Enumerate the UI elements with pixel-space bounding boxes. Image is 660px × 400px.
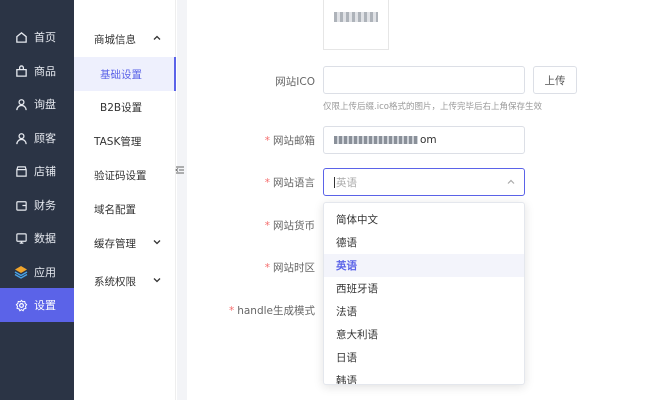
language-option[interactable]: 韩语 xyxy=(324,369,524,384)
submenu-item-b2b-settings[interactable]: B2B设置 xyxy=(74,90,176,124)
store-icon xyxy=(14,164,28,178)
submenu-group-cache[interactable]: 缓存管理 xyxy=(74,226,176,260)
email-label: * 网站邮箱 xyxy=(264,135,315,147)
monitor-icon xyxy=(14,231,28,245)
settings-form: 网站ICO 上传 仅限上传后缀.ico格式的图片，上传完毕后右上角保存生效 * 网… xyxy=(187,0,660,400)
submenu-item-task[interactable]: TASK管理 xyxy=(74,124,176,158)
bag-icon xyxy=(14,64,28,78)
language-option-selected[interactable]: 英语 xyxy=(324,254,524,277)
nav-item-apps[interactable]: 应用 xyxy=(0,255,74,289)
wallet-icon xyxy=(14,198,28,212)
chevron-down-icon xyxy=(152,237,162,250)
email-value-suffix: om xyxy=(420,134,437,146)
currency-label: * 网站货币 xyxy=(264,220,315,232)
language-option[interactable]: 意大利语 xyxy=(324,323,524,346)
language-option[interactable]: 西班牙语 xyxy=(324,277,524,300)
user-icon xyxy=(14,97,28,111)
chevron-up-icon xyxy=(506,177,516,190)
language-option[interactable]: 法语 xyxy=(324,300,524,323)
submenu-item-domain[interactable]: 域名配置 xyxy=(74,192,176,226)
nav-item-store[interactable]: 店铺 xyxy=(0,154,74,188)
nav-label: 设置 xyxy=(34,299,56,312)
nav-label: 数据 xyxy=(34,232,56,245)
chevron-up-icon xyxy=(152,33,162,46)
main-nav: 首页 商品 询盘 顾客 店铺 财务 数据 应用 设置 xyxy=(0,0,74,400)
nav-label: 询盘 xyxy=(34,98,56,111)
layers-icon xyxy=(14,265,28,279)
language-select[interactable]: 英语 xyxy=(323,168,525,196)
text-cursor xyxy=(334,176,335,188)
language-option[interactable]: 日语 xyxy=(324,346,524,369)
submenu-group-permissions[interactable]: 系统权限 xyxy=(74,264,176,298)
settings-submenu: 商城信息 基础设置 B2B设置 TASK管理 验证码设置 域名配置 缓存管理 系… xyxy=(74,0,176,400)
ico-hint: 仅限上传后缀.ico格式的图片，上传完毕后右上角保存生效 xyxy=(323,102,542,112)
nav-label: 店铺 xyxy=(34,165,56,178)
language-dropdown: 简体中文 德语 英语 西班牙语 法语 意大利语 日语 韩语 xyxy=(323,202,525,385)
nav-item-finance[interactable]: 财务 xyxy=(0,188,74,222)
handle-mode-label: * handle生成模式 xyxy=(228,305,315,317)
language-option[interactable]: 德语 xyxy=(324,231,524,254)
nav-item-customers[interactable]: 顾客 xyxy=(0,121,74,155)
language-label: * 网站语言 xyxy=(264,177,315,189)
submenu-item-captcha[interactable]: 验证码设置 xyxy=(74,158,176,192)
upload-button[interactable]: 上传 xyxy=(533,66,577,94)
nav-item-settings[interactable]: 设置 xyxy=(0,288,74,322)
blurred-email-text xyxy=(334,136,418,144)
nav-label: 财务 xyxy=(34,199,56,212)
home-icon xyxy=(14,30,28,44)
logo-preview xyxy=(323,0,389,50)
gear-icon xyxy=(14,298,28,312)
email-input[interactable]: om xyxy=(323,126,525,154)
nav-label: 顾客 xyxy=(34,132,56,145)
nav-item-inquiry[interactable]: 询盘 xyxy=(0,87,74,121)
nav-label: 首页 xyxy=(34,31,56,44)
language-select-value: 英语 xyxy=(336,176,357,189)
collapse-menu-icon[interactable] xyxy=(174,163,186,177)
submenu-group-mall-info[interactable]: 商城信息 xyxy=(74,22,176,56)
ico-input[interactable] xyxy=(323,66,525,94)
nav-item-data[interactable]: 数据 xyxy=(0,221,74,255)
timezone-label: * 网站时区 xyxy=(264,262,315,274)
ico-label: 网站ICO xyxy=(275,76,315,88)
submenu-item-basic-settings[interactable]: 基础设置 xyxy=(74,57,176,91)
chevron-down-icon xyxy=(152,275,162,288)
language-option[interactable]: 简体中文 xyxy=(324,208,524,231)
nav-item-products[interactable]: 商品 xyxy=(0,54,74,88)
blurred-logo-image xyxy=(334,12,378,22)
person-icon xyxy=(14,131,28,145)
nav-item-home[interactable]: 首页 xyxy=(0,20,74,54)
nav-label: 商品 xyxy=(34,65,56,78)
content-gutter xyxy=(177,0,187,400)
nav-label: 应用 xyxy=(34,266,56,279)
